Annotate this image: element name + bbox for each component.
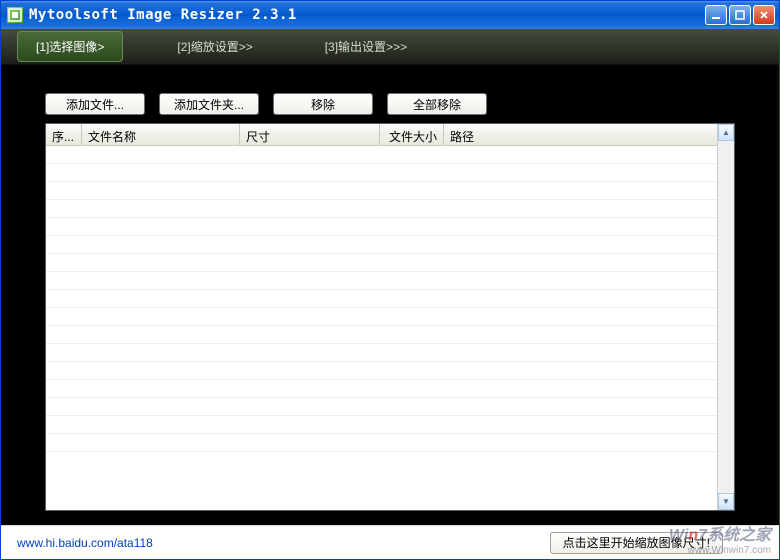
close-button[interactable] bbox=[753, 5, 775, 25]
tab-resize-settings[interactable]: [2]缩放设置>> bbox=[159, 32, 270, 61]
add-folder-button[interactable]: 添加文件夹... bbox=[159, 93, 259, 115]
table-row bbox=[46, 146, 717, 164]
app-window: Mytoolsoft Image Resizer 2.3.1 [1]选择图像> … bbox=[0, 0, 780, 560]
titlebar: Mytoolsoft Image Resizer 2.3.1 bbox=[1, 1, 779, 29]
vertical-scrollbar[interactable]: ▲ ▼ bbox=[717, 124, 734, 510]
table-row bbox=[46, 182, 717, 200]
tab-output-settings[interactable]: [3]输出设置>>> bbox=[307, 32, 425, 61]
maximize-button[interactable] bbox=[729, 5, 751, 25]
footer: www.hi.baidu.com/ata118 点击这里开始缩放图像尺寸! Wi… bbox=[1, 525, 779, 559]
remove-button[interactable]: 移除 bbox=[273, 93, 373, 115]
table-row bbox=[46, 254, 717, 272]
table-row bbox=[46, 272, 717, 290]
toolbar: 添加文件... 添加文件夹... 移除 全部移除 bbox=[45, 93, 735, 115]
window-controls bbox=[705, 5, 775, 25]
col-filesize[interactable]: 文件大小 bbox=[380, 124, 444, 145]
app-icon bbox=[7, 7, 23, 23]
table-row bbox=[46, 380, 717, 398]
tab-strip: [1]选择图像> [2]缩放设置>> [3]输出设置>>> bbox=[1, 29, 779, 65]
col-filename[interactable]: 文件名称 bbox=[82, 124, 240, 145]
table-row bbox=[46, 308, 717, 326]
scroll-down-icon[interactable]: ▼ bbox=[718, 493, 734, 510]
table-row bbox=[46, 218, 717, 236]
minimize-button[interactable] bbox=[705, 5, 727, 25]
table-header: 序... 文件名称 尺寸 文件大小 路径 bbox=[46, 124, 717, 146]
table-row bbox=[46, 416, 717, 434]
scroll-track[interactable] bbox=[718, 141, 734, 493]
window-title: Mytoolsoft Image Resizer 2.3.1 bbox=[29, 7, 705, 23]
table-row bbox=[46, 290, 717, 308]
table-row bbox=[46, 362, 717, 380]
col-dimensions[interactable]: 尺寸 bbox=[240, 124, 380, 145]
table-row bbox=[46, 344, 717, 362]
add-file-button[interactable]: 添加文件... bbox=[45, 93, 145, 115]
content-area: 添加文件... 添加文件夹... 移除 全部移除 序... 文件名称 尺寸 文件… bbox=[1, 65, 779, 525]
tab-select-images[interactable]: [1]选择图像> bbox=[17, 31, 123, 62]
table-row bbox=[46, 236, 717, 254]
table-row bbox=[46, 398, 717, 416]
table-row bbox=[46, 200, 717, 218]
table-row bbox=[46, 326, 717, 344]
table-body[interactable] bbox=[46, 146, 717, 510]
file-table: 序... 文件名称 尺寸 文件大小 路径 bbox=[45, 123, 735, 511]
col-index[interactable]: 序... bbox=[46, 124, 82, 145]
start-resize-button[interactable]: 点击这里开始缩放图像尺寸! bbox=[550, 532, 723, 554]
scroll-up-icon[interactable]: ▲ bbox=[718, 124, 734, 141]
col-path[interactable]: 路径 bbox=[444, 124, 717, 145]
remove-all-button[interactable]: 全部移除 bbox=[387, 93, 487, 115]
website-link[interactable]: www.hi.baidu.com/ata118 bbox=[17, 536, 153, 550]
table-row bbox=[46, 164, 717, 182]
table-row bbox=[46, 434, 717, 452]
